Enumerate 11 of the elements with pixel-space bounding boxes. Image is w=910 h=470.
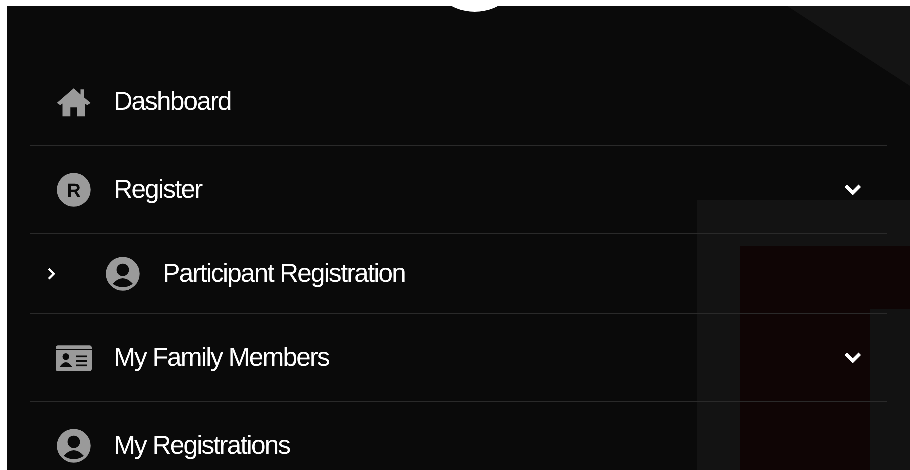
user-icon [105, 256, 141, 292]
caret-icon [47, 266, 57, 280]
menu-item[interactable]: Register [114, 170, 202, 209]
menu-item[interactable]: My Family Members [114, 338, 330, 377]
chevron-down-icon[interactable] [843, 182, 863, 196]
menu-item[interactable]: Dashboard [114, 82, 232, 121]
menu-item[interactable]: Participant Registration [163, 254, 406, 293]
user-icon [56, 428, 92, 464]
chevron-down-icon[interactable] [843, 350, 863, 364]
menu-item[interactable]: My Registrations [114, 426, 290, 465]
letter-icon: R [56, 172, 92, 208]
